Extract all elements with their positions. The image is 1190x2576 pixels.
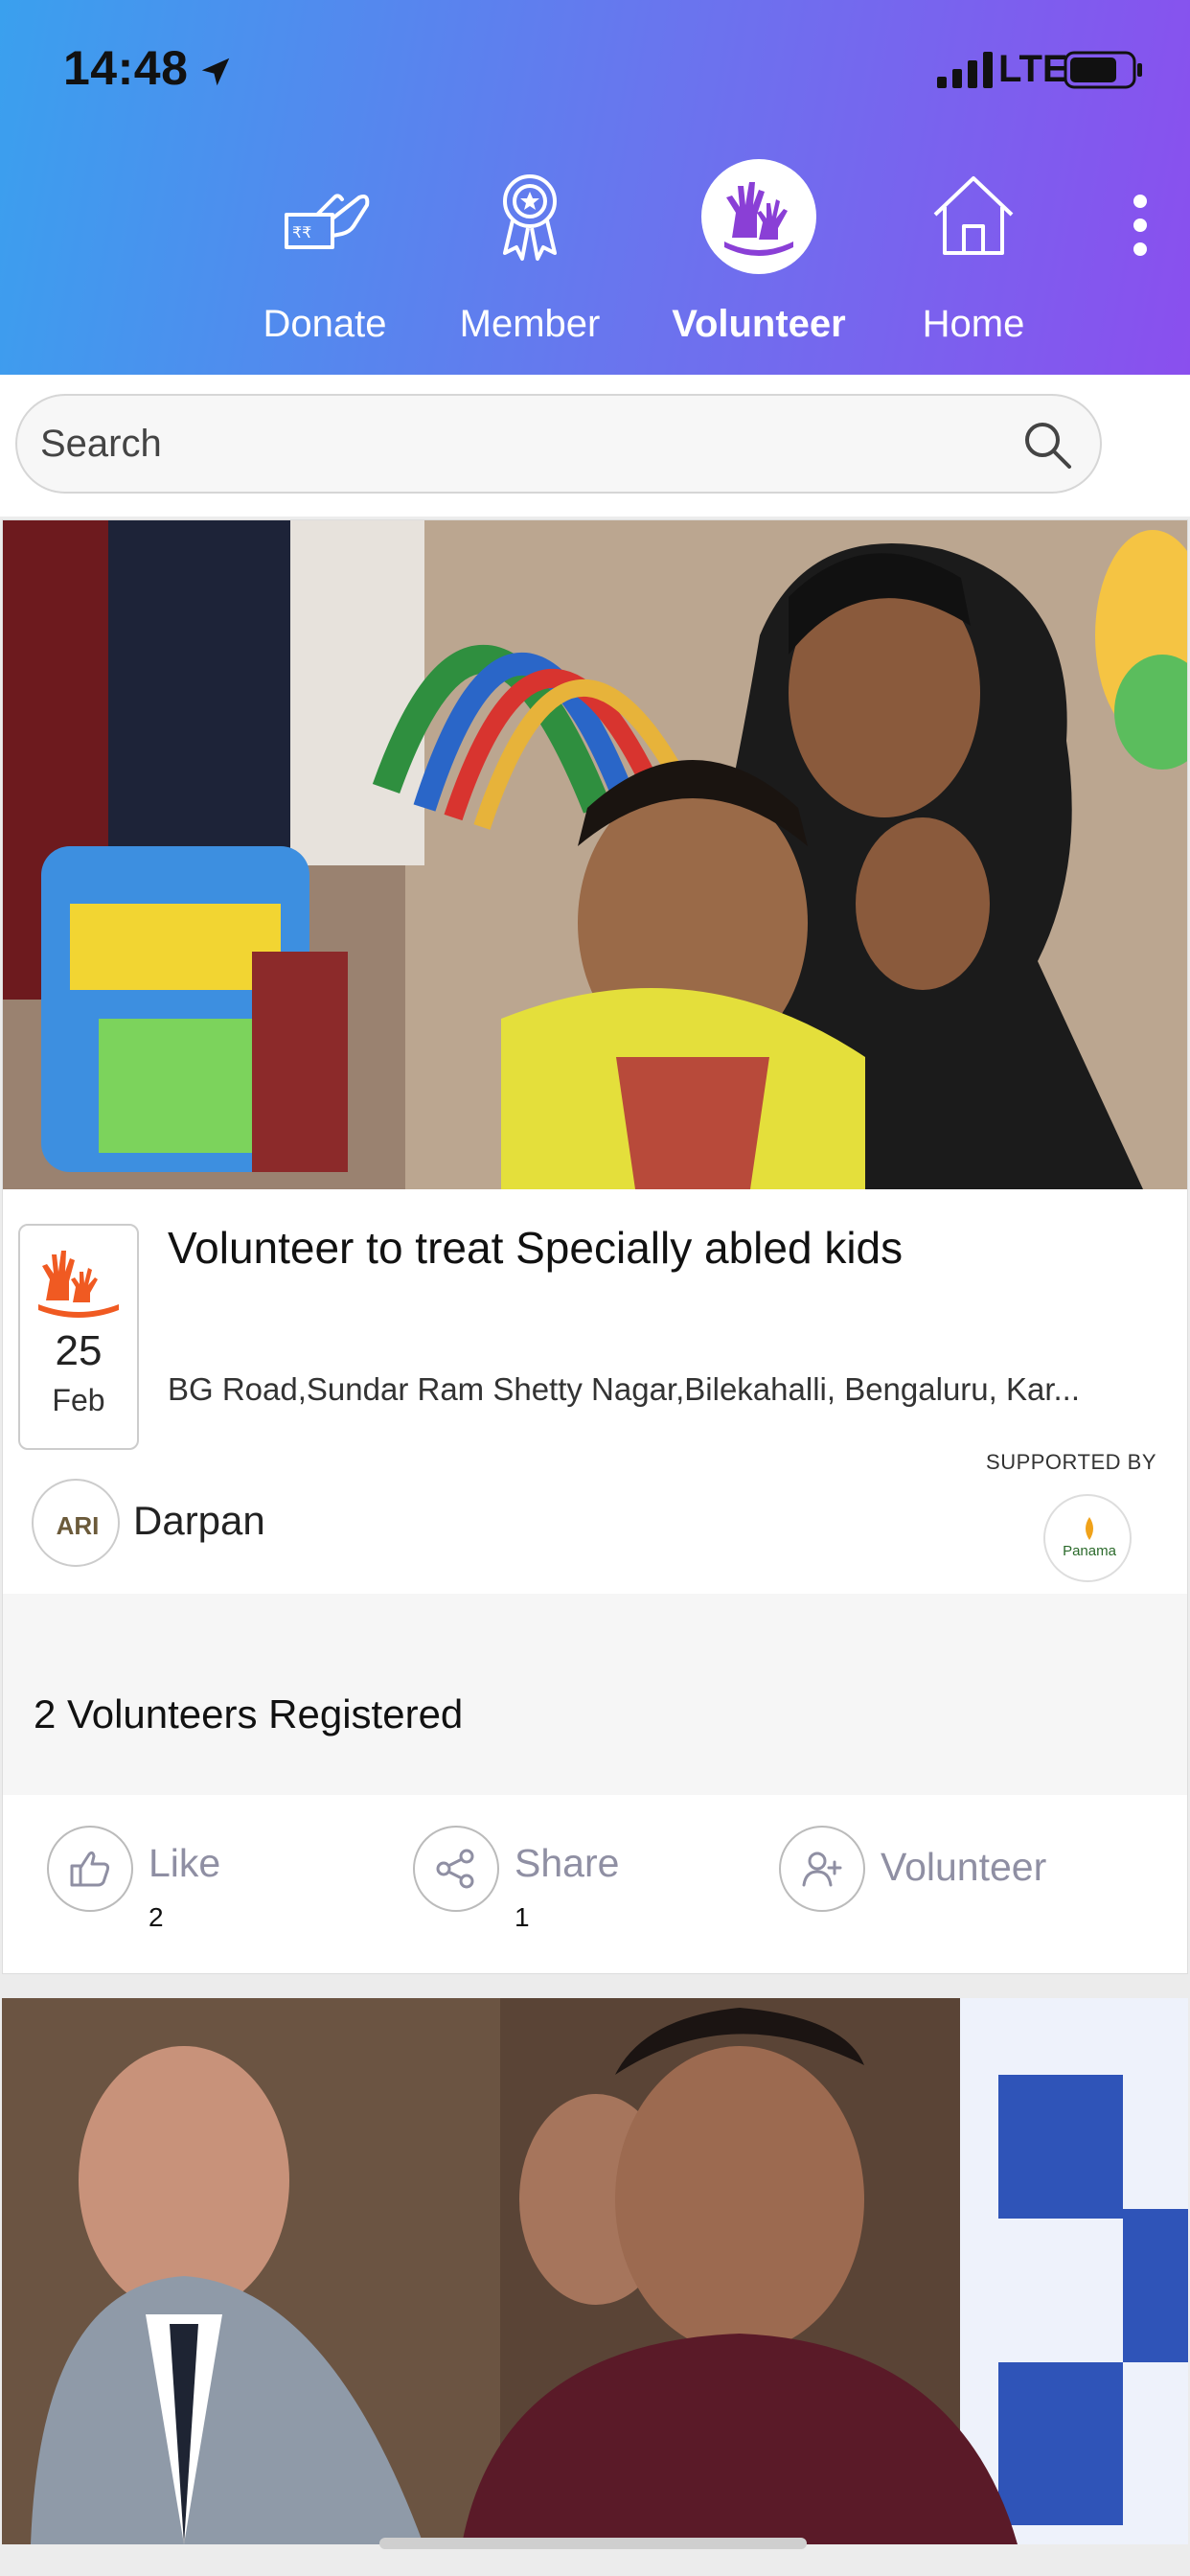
org-logo-graphic: ARI xyxy=(57,1511,100,1540)
donate-hand-icon: ₹₹ xyxy=(285,194,370,249)
event-card[interactable]: 25 Feb Volunteer to treat Specially able… xyxy=(2,519,1188,1974)
event-date-day: 25 xyxy=(55,1327,103,1374)
share-icon xyxy=(436,1849,474,1889)
nav-volunteer-label: Volunteer xyxy=(672,303,846,345)
status-time: 14:48 xyxy=(63,41,189,95)
battery-icon xyxy=(1064,51,1142,89)
header: 14:48 LTE ₹₹ Donate Member Volunteer Hom… xyxy=(0,0,1190,375)
volunteer-hands-icon xyxy=(38,1251,119,1318)
org-logo[interactable]: ARI xyxy=(32,1479,120,1567)
nav-active-indicator xyxy=(701,159,816,274)
like-count: 2 xyxy=(149,1902,164,1932)
volunteers-summary: 2 Volunteers Registered xyxy=(3,1594,1187,1795)
event-date-month: Feb xyxy=(52,1383,105,1417)
nav-donate-label: Donate xyxy=(263,303,387,345)
search-area: Search xyxy=(0,375,1190,517)
add-user-icon xyxy=(802,1852,842,1887)
event-photo xyxy=(3,520,1187,1189)
location-arrow-icon xyxy=(201,58,230,86)
sponsor-logo-text: Panama xyxy=(1063,1543,1117,1559)
like-button[interactable]: Like 2 xyxy=(47,1826,296,1941)
volunteers-count-label: Volunteers Registered xyxy=(67,1691,464,1736)
like-icon-circle xyxy=(47,1826,133,1912)
search-placeholder: Search xyxy=(40,422,162,465)
thumbs-up-icon xyxy=(70,1851,110,1887)
event-date: 25 Feb xyxy=(18,1224,139,1450)
share-button[interactable]: Share 1 xyxy=(413,1826,662,1941)
like-label: Like xyxy=(149,1841,221,1885)
supported-by-label: SUPPORTED BY xyxy=(986,1450,1156,1474)
home-indicator[interactable] xyxy=(379,2538,807,2549)
share-label: Share xyxy=(515,1841,620,1885)
volunteers-registered: 2 Volunteers Registered xyxy=(34,1691,463,1737)
award-badge-icon xyxy=(503,174,557,261)
volunteer-button[interactable]: Volunteer xyxy=(779,1826,1076,1941)
home-icon xyxy=(933,176,1014,255)
sponsor-logo[interactable]: Panama xyxy=(1043,1494,1132,1582)
event-address: BG Road,Sundar Ram Shetty Nagar,Bilekaha… xyxy=(168,1371,1081,1407)
nav-volunteer[interactable]: Volunteer xyxy=(653,159,864,351)
volunteer-action-label: Volunteer xyxy=(881,1845,1047,1889)
svg-text:₹₹: ₹₹ xyxy=(292,223,311,242)
event-card-2[interactable] xyxy=(2,1998,1188,2544)
app-screen: 14:48 LTE ₹₹ Donate Member Volunteer Hom… xyxy=(0,0,1190,2576)
search-input[interactable]: Search xyxy=(15,394,1102,494)
share-count: 1 xyxy=(515,1902,530,1932)
volunteer-icon-circle xyxy=(779,1826,865,1912)
event-title[interactable]: Volunteer to treat Specially abled kids xyxy=(168,1222,903,1274)
event-photo-2 xyxy=(2,1998,1188,2544)
network-label: LTE xyxy=(998,48,1068,90)
sponsor-logo-graphic: Panama xyxy=(1063,1517,1117,1559)
volunteer-hands-icon xyxy=(724,182,793,256)
nav-member-label: Member xyxy=(459,303,601,345)
org-logo-text: ARI xyxy=(57,1511,100,1540)
org-name[interactable]: Darpan xyxy=(133,1498,265,1544)
signal-icon xyxy=(937,52,993,88)
nav-home[interactable]: Home xyxy=(868,159,1079,351)
search-icon[interactable] xyxy=(1021,419,1073,471)
more-vertical-icon[interactable] xyxy=(1121,192,1159,259)
nav-home-label: Home xyxy=(922,303,1025,345)
nav-donate[interactable]: ₹₹ Donate xyxy=(219,159,430,351)
share-icon-circle xyxy=(413,1826,499,1912)
nav-member[interactable]: Member xyxy=(424,159,635,351)
volunteers-count-value: 2 xyxy=(34,1691,57,1736)
